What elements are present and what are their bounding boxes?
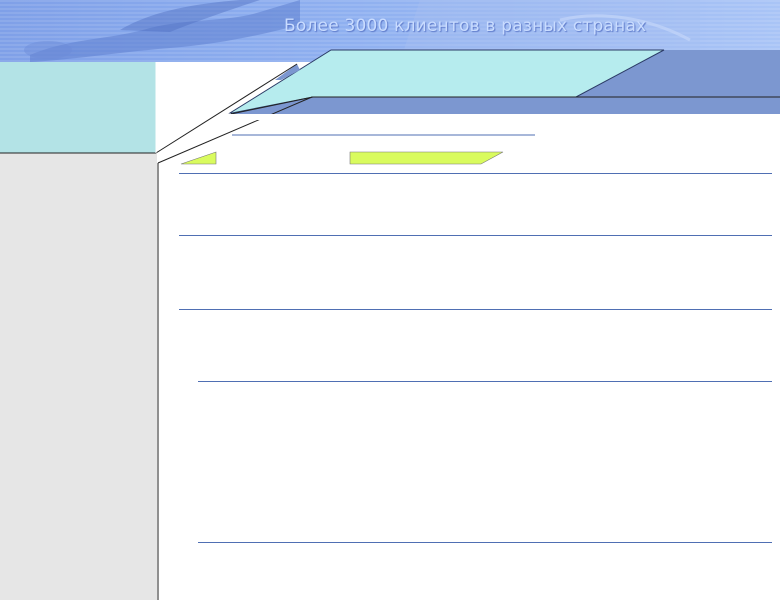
divider (179, 309, 772, 310)
divider (198, 542, 772, 543)
divider (198, 381, 772, 382)
tab-shapes (0, 49, 780, 600)
tab-green-small (180, 151, 217, 165)
tab-green-wide (349, 151, 504, 165)
divider (179, 235, 772, 236)
divider (179, 173, 772, 174)
